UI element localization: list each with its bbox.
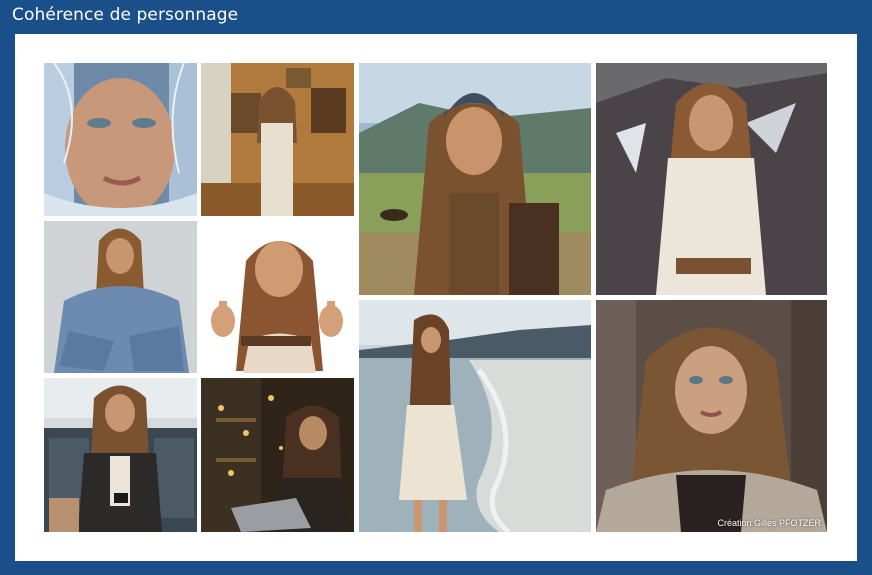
thumbs-up-photo — [201, 221, 354, 373]
white-turtleneck-photo — [596, 63, 827, 295]
frost-closeup-photo — [44, 63, 197, 216]
photo-credit: Création Gilles PFOTZER — [717, 518, 821, 528]
beach-walk-photo — [359, 300, 591, 532]
beanie-mountain-photo — [359, 63, 591, 295]
laptop-workshop-photo — [201, 378, 354, 532]
page-title: Cohérence de personnage — [12, 5, 239, 25]
denim-seated-photo — [44, 221, 197, 373]
vintage-room-photo — [201, 63, 354, 216]
airport-phone-photo — [44, 378, 197, 532]
photo-gallery: Création Gilles PFOTZER — [15, 34, 857, 561]
fur-collar-portrait-photo: Création Gilles PFOTZER — [596, 300, 827, 532]
